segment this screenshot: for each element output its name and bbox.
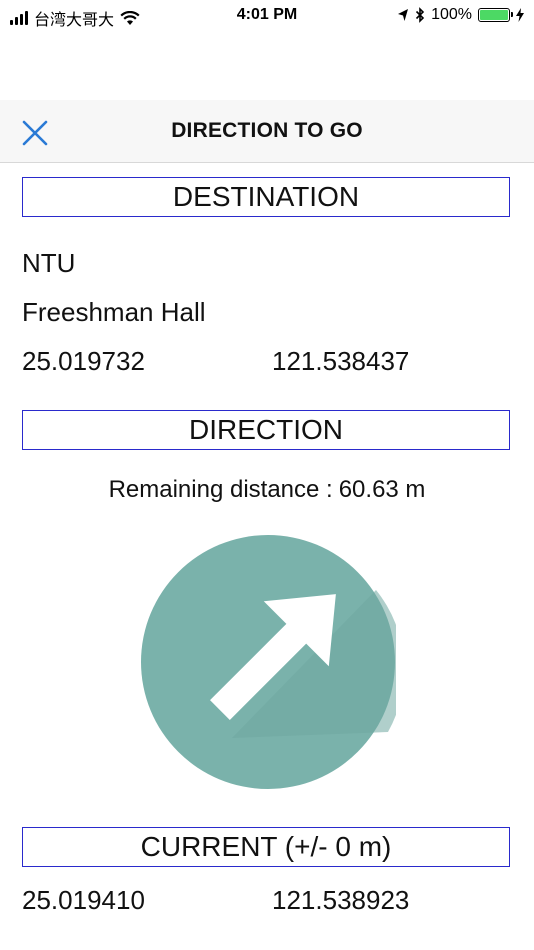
charging-bolt-icon	[516, 8, 524, 22]
destination-latitude: 25.019732	[22, 346, 145, 376]
battery-percent: 100%	[431, 6, 472, 23]
page-title: DIRECTION TO GO	[171, 119, 363, 142]
remaining-distance-value: 60.63 m	[338, 476, 426, 503]
battery-level	[480, 10, 508, 20]
battery-icon	[478, 8, 513, 22]
destination-name: NTU	[22, 248, 76, 278]
remaining-distance: Remaining distance :60.63 m	[0, 476, 534, 504]
bluetooth-icon	[416, 7, 425, 23]
status-right: 100%	[397, 6, 524, 24]
destination-longitude: 121.538437	[272, 346, 410, 376]
current-heading: CURRENT (+/- 0 m)	[22, 827, 510, 867]
direction-heading: DIRECTION	[22, 410, 510, 450]
status-bar: 台湾大哥大 4:01 PM 100%	[0, 0, 534, 32]
location-arrow-icon	[398, 9, 409, 21]
destination-heading: DESTINATION	[22, 177, 510, 217]
direction-compass	[141, 535, 396, 789]
destination-place: Freeshman Hall	[22, 297, 206, 327]
current-latitude: 25.019410	[22, 885, 145, 915]
nav-bar: DIRECTION TO GO	[0, 100, 534, 163]
remaining-distance-label: Remaining distance :	[108, 476, 333, 503]
current-longitude: 121.538923	[272, 885, 410, 915]
